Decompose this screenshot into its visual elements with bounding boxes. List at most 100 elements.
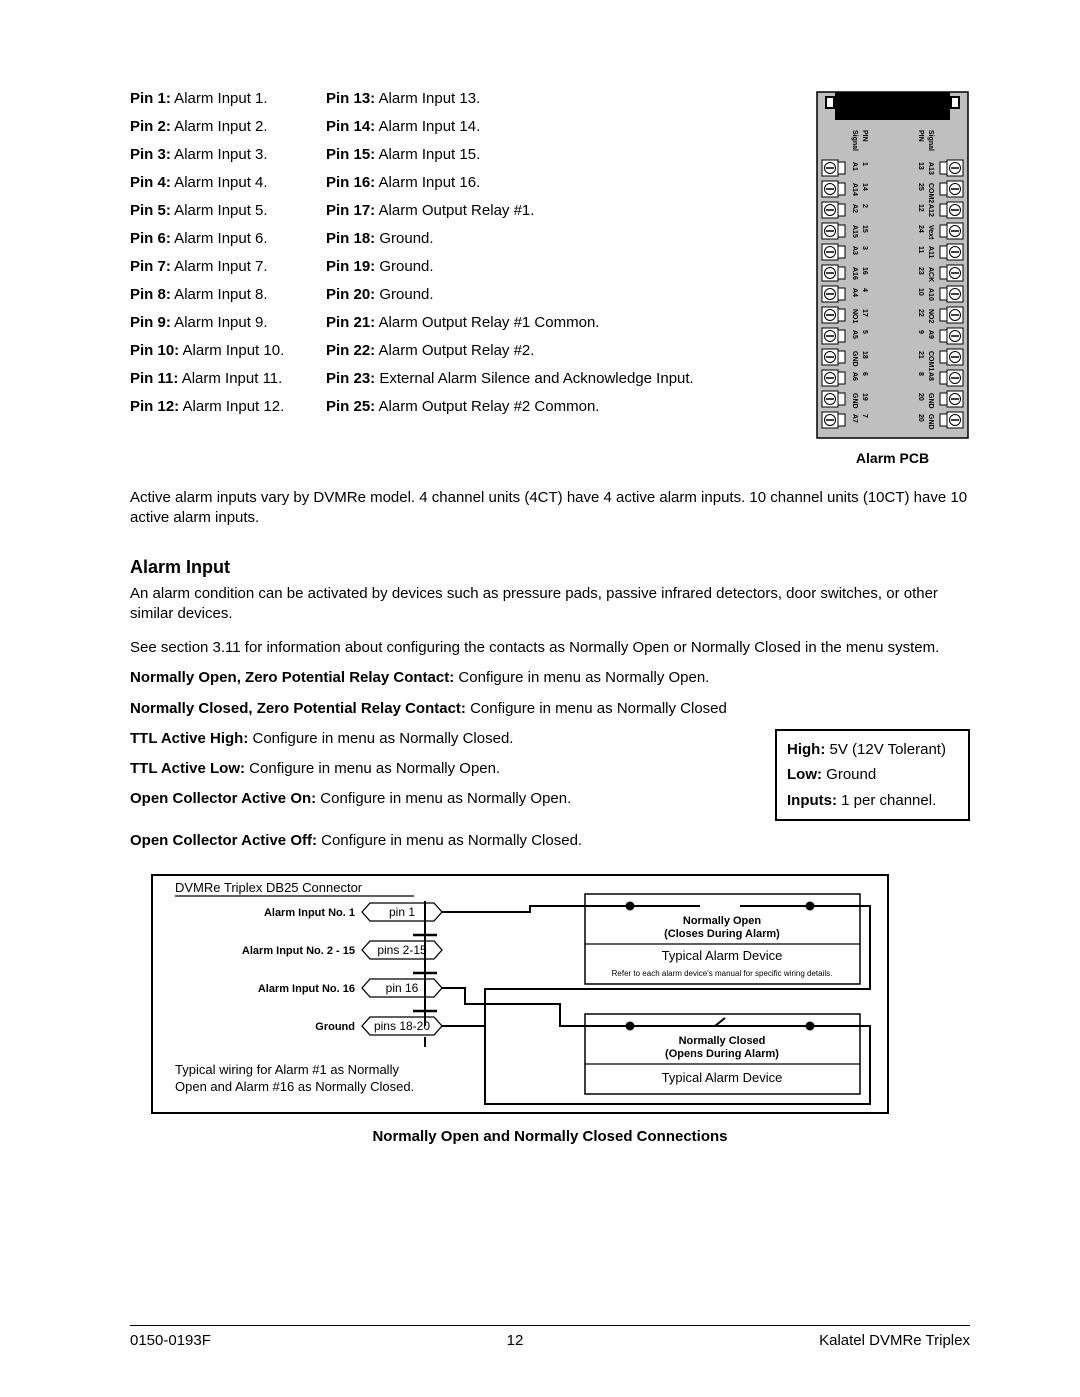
pin-desc: Alarm Input 11. bbox=[178, 370, 282, 387]
footer-product-name: Kalatel DVMRe Triplex bbox=[819, 1332, 970, 1349]
svg-text:6: 6 bbox=[861, 372, 868, 376]
pin-label: Pin 11: bbox=[130, 370, 178, 387]
pin-desc: Alarm Input 6. bbox=[171, 230, 268, 247]
svg-text:25: 25 bbox=[917, 183, 924, 191]
config-label: Normally Closed, Zero Potential Relay Co… bbox=[130, 700, 466, 717]
pin-row: Pin 21: Alarm Output Relay #1 Common. bbox=[326, 314, 795, 331]
pin-row: Pin 16: Alarm Input 16. bbox=[326, 174, 795, 191]
svg-text:A2: A2 bbox=[851, 204, 858, 213]
alarm-pcb-caption: Alarm PCB bbox=[856, 450, 929, 466]
alarm-input-heading: Alarm Input bbox=[130, 557, 970, 578]
svg-text:Open and Alarm #16 as Normally: Open and Alarm #16 as Normally Closed. bbox=[175, 1079, 414, 1094]
svg-text:Typical Alarm Device: Typical Alarm Device bbox=[662, 948, 783, 963]
pin-desc: Alarm Input 15. bbox=[375, 146, 480, 163]
spec-label: Low: bbox=[787, 766, 822, 783]
svg-text:A5: A5 bbox=[851, 330, 858, 339]
pin-label: Pin 1: bbox=[130, 90, 171, 107]
svg-text:11: 11 bbox=[917, 246, 924, 254]
pin-row: Pin 12: Alarm Input 12. bbox=[130, 398, 308, 415]
svg-text:9: 9 bbox=[917, 330, 924, 334]
ttl-text: Configure in menu as Normally Closed. bbox=[248, 730, 513, 747]
spec-label: Inputs: bbox=[787, 792, 837, 809]
ttl-line: TTL Active High: Configure in menu as No… bbox=[130, 729, 745, 749]
pin-desc: Ground. bbox=[375, 258, 433, 275]
pin-column-2: Pin 13: Alarm Input 13.Pin 14: Alarm Inp… bbox=[326, 90, 795, 466]
ttl-and-spec-row: TTL Active High: Configure in menu as No… bbox=[130, 729, 970, 822]
svg-text:1: 1 bbox=[861, 162, 868, 166]
svg-text:A9: A9 bbox=[927, 330, 934, 339]
ttl-line: TTL Active Low: Configure in menu as Nor… bbox=[130, 759, 745, 779]
svg-text:24: 24 bbox=[917, 225, 924, 233]
svg-text:4: 4 bbox=[861, 288, 868, 292]
svg-text:23: 23 bbox=[917, 267, 924, 275]
page: Pin 1: Alarm Input 1. Pin 2: Alarm Input … bbox=[0, 0, 1080, 1397]
wiring-diagram: DVMRe Triplex DB25 Connector Alarm Input… bbox=[130, 874, 970, 1145]
svg-text:pin 16: pin 16 bbox=[386, 981, 419, 995]
svg-text:pins 18-20: pins 18-20 bbox=[374, 1019, 430, 1033]
svg-text:DVMRe Triplex DB25 Connector: DVMRe Triplex DB25 Connector bbox=[175, 880, 363, 895]
ttl-label: TTL Active Low: bbox=[130, 760, 245, 777]
pin-label: Pin 2: bbox=[130, 118, 171, 135]
svg-text:2: 2 bbox=[861, 204, 868, 208]
diagram-caption: Normally Open and Normally Closed Connec… bbox=[130, 1128, 970, 1145]
svg-text:19: 19 bbox=[861, 393, 868, 401]
open-collector-off-text: Configure in menu as Normally Closed. bbox=[317, 832, 582, 849]
svg-text:20: 20 bbox=[917, 414, 924, 422]
spec-line: Inputs: 1 per channel. bbox=[787, 788, 958, 814]
pin-label: Pin 12: bbox=[130, 398, 179, 415]
alarm-input-para-2: See section 3.11 for information about c… bbox=[130, 638, 970, 658]
svg-text:Normally Closed: Normally Closed bbox=[679, 1035, 766, 1047]
pin-label: Pin 9: bbox=[130, 314, 171, 331]
svg-text:GND: GND bbox=[927, 414, 934, 430]
pin-desc: Alarm Input 9. bbox=[171, 314, 268, 331]
spec-line: High: 5V (12V Tolerant) bbox=[787, 737, 958, 763]
alarm-input-para-1: An alarm condition can be activated by d… bbox=[130, 584, 970, 625]
svg-text:A13: A13 bbox=[927, 162, 934, 175]
ttl-line: Open Collector Active On: Configure in m… bbox=[130, 789, 745, 809]
svg-text:8: 8 bbox=[917, 372, 924, 376]
svg-text:GND: GND bbox=[927, 393, 934, 409]
svg-text:Ground: Ground bbox=[315, 1021, 355, 1033]
ttl-text: Configure in menu as Normally Open. bbox=[316, 790, 571, 807]
svg-text:A12: A12 bbox=[927, 204, 934, 217]
pin-label: Pin 25: bbox=[326, 398, 375, 415]
pin-row: Pin 11: Alarm Input 11. bbox=[130, 370, 308, 387]
svg-text:15: 15 bbox=[861, 225, 868, 233]
ttl-label: TTL Active High: bbox=[130, 730, 248, 747]
pin-label: Pin 21: bbox=[326, 314, 375, 331]
svg-text:A8: A8 bbox=[927, 372, 934, 381]
pin-desc: Alarm Input 14. bbox=[375, 118, 480, 135]
svg-text:3: 3 bbox=[861, 246, 868, 250]
svg-text:A4: A4 bbox=[851, 288, 858, 297]
svg-text:A11: A11 bbox=[927, 246, 934, 259]
alarm-pcb-icon: SignalPINPINSignal A1113A13A141425COM2A2… bbox=[815, 90, 970, 440]
svg-text:Typical wiring for Alarm #1 as: Typical wiring for Alarm #1 as Normally bbox=[175, 1062, 399, 1077]
spec-line: Low: Ground bbox=[787, 762, 958, 788]
pin-label: Pin 20: bbox=[326, 286, 375, 303]
pin-desc: External Alarm Silence and Acknowledge I… bbox=[375, 370, 694, 387]
svg-text:20: 20 bbox=[917, 393, 924, 401]
pin-row: Pin 7: Alarm Input 7. bbox=[130, 258, 308, 275]
pin-row: Pin 10: Alarm Input 10. bbox=[130, 342, 308, 359]
svg-text:pins 2-15: pins 2-15 bbox=[377, 943, 427, 957]
spec-box: High: 5V (12V Tolerant)Low: GroundInputs… bbox=[775, 729, 970, 822]
alarm-pcb-figure: SignalPINPINSignal A1113A13A141425COM2A2… bbox=[815, 90, 970, 466]
pin-row: Pin 1: Alarm Input 1. bbox=[130, 90, 308, 107]
pin-row: Pin 13: Alarm Input 13. bbox=[326, 90, 795, 107]
ttl-text: Configure in menu as Normally Open. bbox=[245, 760, 500, 777]
ttl-label: Open Collector Active On: bbox=[130, 790, 316, 807]
pin-desc: Alarm Output Relay #2. bbox=[375, 342, 534, 359]
svg-text:(Closes During Alarm): (Closes During Alarm) bbox=[664, 928, 780, 940]
pin-columns: Pin 1: Alarm Input 1. Pin 2: Alarm Input … bbox=[130, 90, 795, 466]
svg-text:A16: A16 bbox=[851, 267, 858, 280]
pin-row: Pin 19: Ground. bbox=[326, 258, 795, 275]
pin-desc: Alarm Input 12. bbox=[179, 398, 284, 415]
pin-column-1: Pin 1: Alarm Input 1. Pin 2: Alarm Input … bbox=[130, 90, 308, 466]
pin-label: Pin 3: bbox=[130, 146, 171, 163]
svg-text:NO1: NO1 bbox=[851, 309, 858, 324]
pin-row: Pin 9: Alarm Input 9. bbox=[130, 314, 308, 331]
pin-label: Pin 22: bbox=[326, 342, 375, 359]
svg-text:16: 16 bbox=[861, 267, 868, 275]
pin-desc: Alarm Input 3. bbox=[171, 146, 268, 163]
pin-label: Pin 15: bbox=[326, 146, 375, 163]
